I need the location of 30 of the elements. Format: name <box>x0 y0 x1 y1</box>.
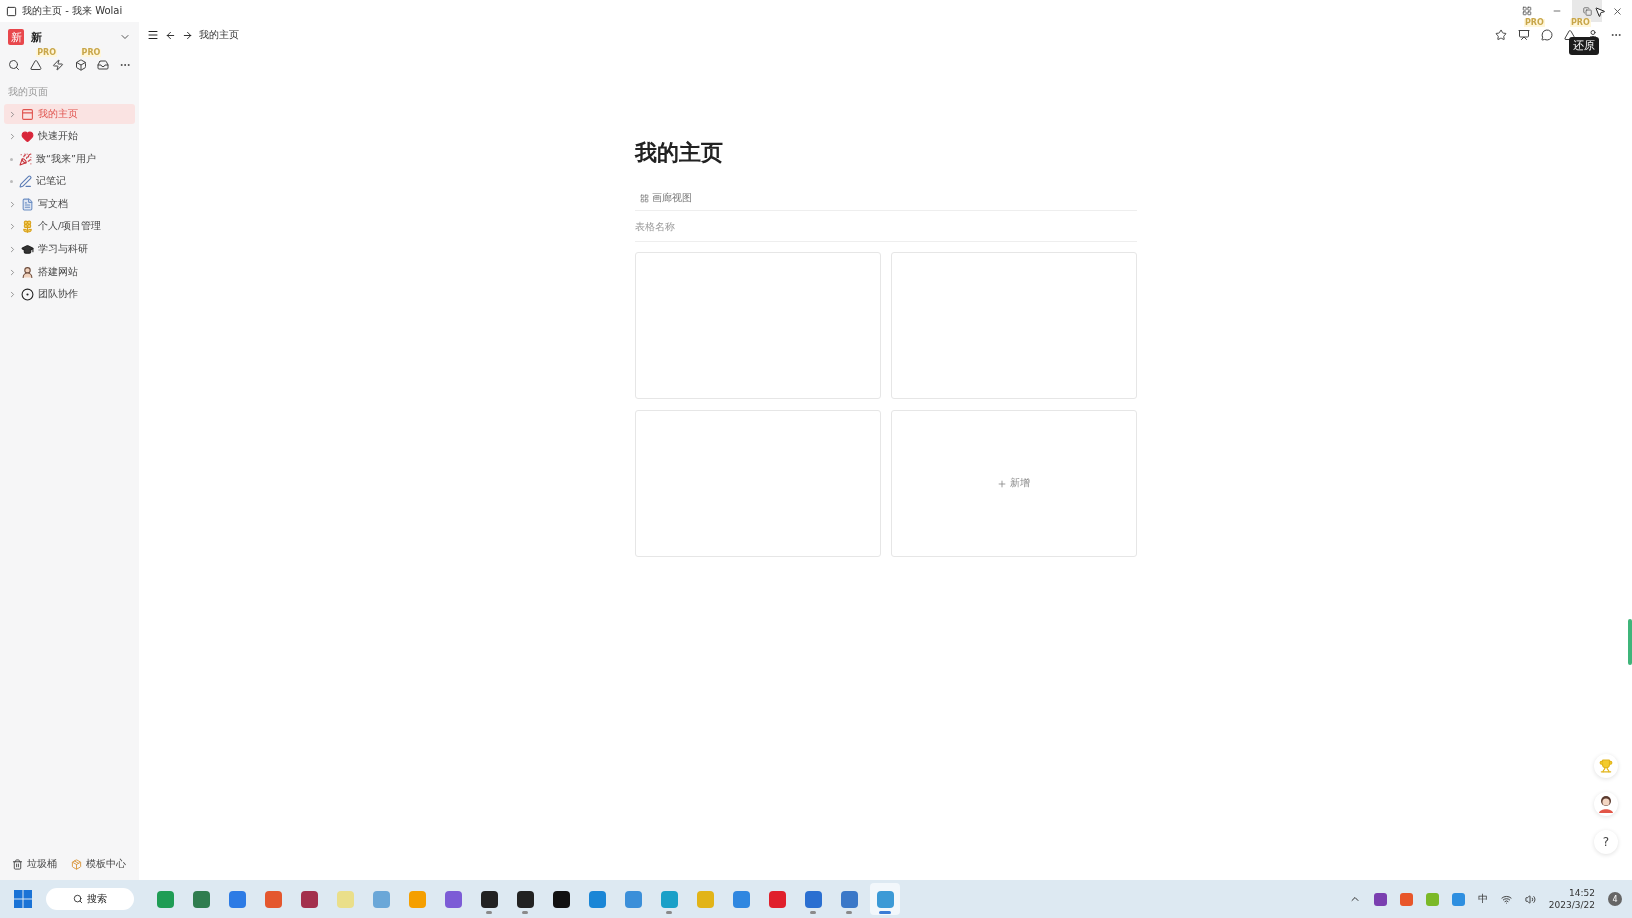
section-label: 我的页面 <box>8 86 49 99</box>
clock[interactable]: 14:52 2023/3/22 <box>1548 887 1595 911</box>
tooltip: 还原 <box>1569 37 1599 55</box>
workspace-name[interactable]: 新 <box>31 29 112 45</box>
trash-link[interactable]: 垃圾桶 <box>12 858 57 871</box>
breadcrumb[interactable]: 我的主页 <box>199 28 239 42</box>
page-item[interactable]: 记笔记 <box>4 171 135 192</box>
page-item[interactable]: 团队协作 <box>4 284 135 305</box>
add-button[interactable]: 新增 <box>997 477 1030 490</box>
page-item[interactable]: 致“我来”用户 <box>4 149 135 170</box>
workspace-logo: 新 <box>8 29 24 45</box>
page-item[interactable]: 搭建网站 <box>4 262 135 283</box>
page-item[interactable]: 快速开始 <box>4 126 135 147</box>
taskbar-search[interactable]: 搜索 <box>46 888 134 910</box>
gallery-view-tab[interactable]: 画廊视图 <box>634 191 1137 211</box>
input-method[interactable]: 中 <box>1477 892 1488 906</box>
pro-badge: PRO <box>80 49 102 57</box>
notification-badge[interactable]: 4 <box>1608 892 1622 906</box>
pro-badge: PRO <box>36 49 57 57</box>
page-item[interactable]: 学习与科研 <box>4 239 135 260</box>
page-item[interactable]: 写文档 <box>4 194 135 215</box>
help-button[interactable]: ? <box>1594 830 1618 854</box>
table-name: 表格名称 <box>634 211 1137 242</box>
window-title: 我的主页 - 我来 Wolai <box>22 4 124 18</box>
page-item[interactable]: 个人/项目管理 <box>4 216 135 237</box>
new-card[interactable]: 新增 <box>890 410 1137 557</box>
pro-badge: PRO <box>1524 19 1545 27</box>
template-center-link[interactable]: 模板中心 <box>71 858 126 871</box>
pro-badge: PRO <box>1570 19 1591 27</box>
page-title: 我的主页 <box>634 139 724 167</box>
